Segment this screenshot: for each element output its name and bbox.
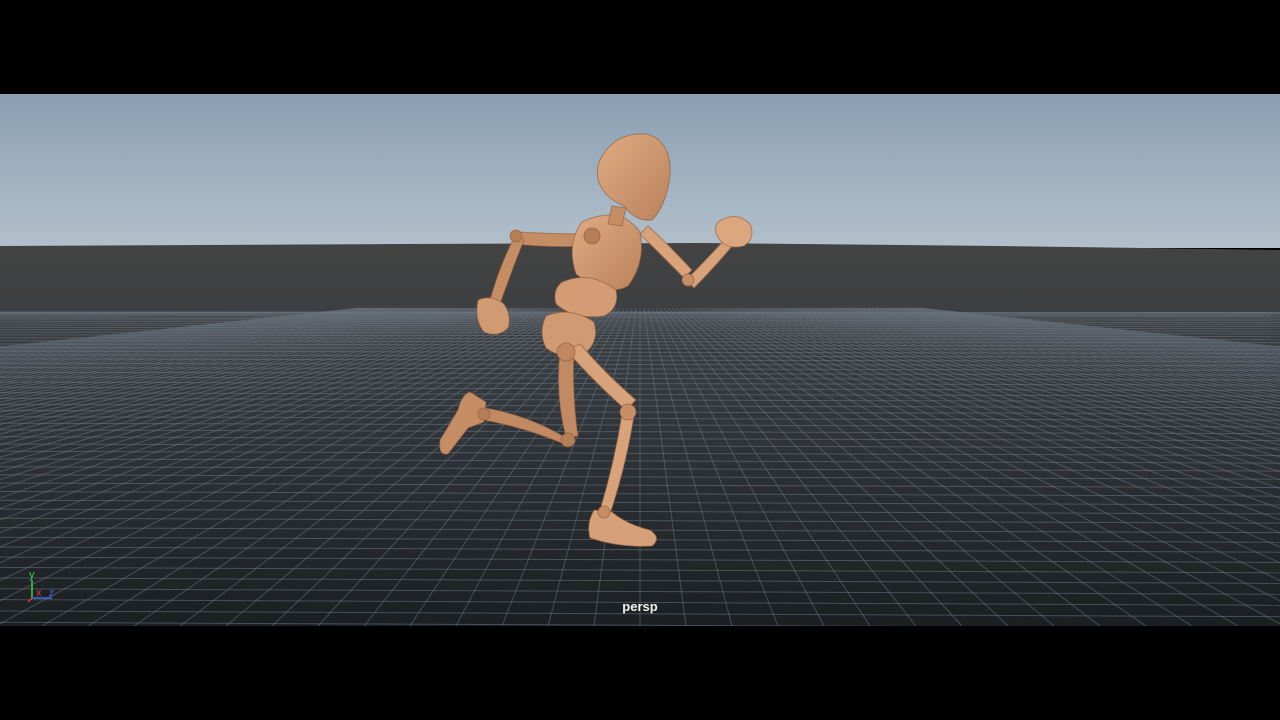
character-front-ankle-joint	[597, 505, 611, 519]
camera-name-label: persp	[622, 599, 658, 614]
viewport-scene[interactable]	[0, 94, 1280, 626]
character-back-knee-joint	[560, 432, 576, 448]
z-axis-label: z	[49, 588, 54, 599]
character-shoulder-joint	[583, 227, 601, 245]
perspective-viewport[interactable]: y x z persp	[0, 94, 1280, 626]
character-front-elbow-joint	[681, 273, 695, 287]
character-front-knee-joint	[619, 403, 637, 421]
character-back-ankle-joint	[477, 407, 491, 421]
character-back-elbow-joint	[509, 229, 523, 243]
y-axis-label: y	[29, 569, 35, 581]
maya-viewport-screenshot: y x z persp	[0, 0, 1280, 720]
x-axis-label: x	[36, 587, 42, 599]
character-hip-joint	[556, 342, 576, 362]
